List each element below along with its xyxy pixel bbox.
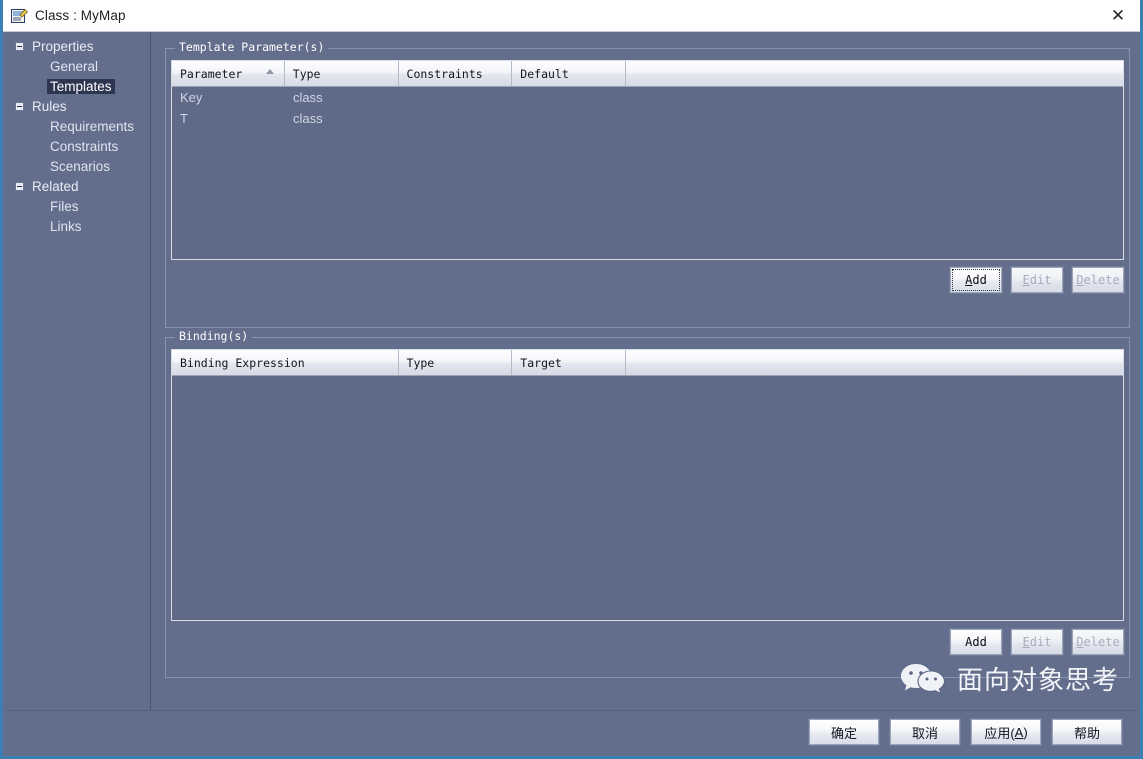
button-label-suffix: ) [1023,724,1028,740]
sidebar-item-label: Files [50,198,79,214]
sidebar-item-scenarios[interactable]: Scenarios [6,156,150,176]
button-label: dit [1029,635,1052,649]
button-label: 取消 [911,725,938,741]
sidebar-group-label: Rules [32,98,67,114]
sidebar-item-label: Constraints [50,138,119,154]
column-header-parameter[interactable]: Parameter [172,61,285,86]
column-header-type[interactable]: Type [399,350,513,375]
cell-parameter: T [180,111,188,126]
column-header-default[interactable]: Default [512,61,627,86]
cell-type: class [293,111,323,126]
column-header-label: Target [520,355,562,370]
mnemonic-letter: A [965,273,973,287]
column-header-label: Binding Expression [180,355,305,370]
column-header-label: Default [520,66,569,81]
column-header-label: Constraints [406,66,483,81]
edit-button: Edit [1011,629,1063,655]
dialog-button-3[interactable]: 帮助 [1052,719,1122,745]
sidebar-group-label: Related [32,178,79,194]
title-bar: Class : MyMap ✕ [3,0,1140,32]
table-row[interactable]: Tclass [172,108,1123,129]
template-parameters-header-row: Parameter Type Constraints Default [172,61,1123,87]
column-header-constraints[interactable]: Constraints [399,61,513,86]
sidebar-group-rules[interactable]: Rules [6,96,150,116]
add-button[interactable]: Add [950,267,1002,293]
bindings-table[interactable]: Binding Expression Type Target [171,349,1124,621]
button-label: elete [1083,273,1120,287]
sidebar-item-label: Templates [47,78,115,94]
column-header-blank[interactable] [626,350,1123,375]
sidebar-item-label: Links [50,218,82,234]
dialog-window: Class : MyMap ✕ Properties General Templat… [0,0,1143,759]
button-label: dd [972,273,987,287]
dialog-button-1[interactable]: 取消 [890,719,960,745]
mnemonic-letter: E [1022,635,1030,649]
cell-parameter: Key [180,90,203,105]
delete-button: Delete [1072,629,1124,655]
column-header-label: Type [406,355,435,370]
sidebar-item-label: General [50,58,99,74]
mnemonic-letter: E [1022,273,1030,287]
cell-type: class [293,90,323,105]
add-button[interactable]: Add [950,629,1002,655]
dialog-button-bar: 确定 取消 应用(A) 帮助 [6,710,1137,753]
sidebar-item-constraints[interactable]: Constraints [6,136,150,156]
dialog-button-0[interactable]: 确定 [809,719,879,745]
sidebar-group-related[interactable]: Related [6,176,150,196]
template-parameters-group-title: Template Parameter(s) [175,40,329,54]
sort-ascending-icon [265,69,274,74]
mnemonic-letter: D [1076,635,1084,649]
sidebar-item-templates[interactable]: Templates [6,76,150,96]
sidebar-item-general[interactable]: General [6,56,150,76]
template-parameters-table[interactable]: Parameter Type Constraints Default Key class… [171,60,1124,260]
bindings-header-row: Binding Expression Type Target [172,350,1123,376]
sidebar-group-properties[interactable]: Properties [6,36,150,56]
navigation-sidebar: Properties General Templates Rules Requireme… [6,32,151,716]
column-header-blank[interactable] [626,61,1123,86]
template-parameters-body: Key class Tclass [172,87,1123,129]
column-header-label: Parameter [180,66,243,81]
column-header-binding-expression[interactable]: Binding Expression [172,350,399,375]
button-label: dit [1029,273,1052,287]
template-parameters-group: Template Parameter(s) Parameter Type Const… [165,40,1130,328]
mnemonic-letter: D [1076,273,1084,287]
collapse-box-icon[interactable] [15,41,24,51]
button-label: 帮助 [1073,725,1100,741]
sidebar-item-requirements[interactable]: Requirements [6,116,150,136]
table-row[interactable]: Key class [172,87,1123,108]
button-label: elete [1083,635,1120,649]
bindings-group: Binding(s) Binding Expression Type Target … [165,329,1130,678]
edit-button: Edit [1011,267,1063,293]
dialog-button-2[interactable]: 应用(A) [971,719,1041,745]
bindings-group-title: Binding(s) [175,329,253,343]
bindings-button-row: Add Edit Delete [950,629,1124,655]
main-content: Template Parameter(s) Parameter Type Const… [152,32,1137,710]
sidebar-group-label: Properties [32,38,94,54]
sidebar-item-label: Requirements [50,118,135,134]
sidebar-item-files[interactable]: Files [6,196,150,216]
template-parameters-button-row: Add Edit Delete [950,267,1124,293]
collapse-box-icon[interactable] [15,101,24,111]
button-label: 确定 [830,725,857,741]
column-header-target[interactable]: Target [512,350,627,375]
delete-button: Delete [1072,267,1124,293]
column-header-type[interactable]: Type [285,61,399,86]
collapse-box-icon[interactable] [15,181,24,191]
window-title: Class : MyMap [35,8,126,23]
column-header-label: Type [292,66,321,81]
sidebar-item-links[interactable]: Links [6,216,150,236]
mnemonic-letter: A [1014,724,1024,740]
button-label: 应用( [984,725,1015,741]
close-icon[interactable]: ✕ [1096,0,1140,31]
class-document-icon [11,8,29,24]
button-label: Add [965,635,987,649]
sidebar-item-label: Scenarios [50,158,111,174]
